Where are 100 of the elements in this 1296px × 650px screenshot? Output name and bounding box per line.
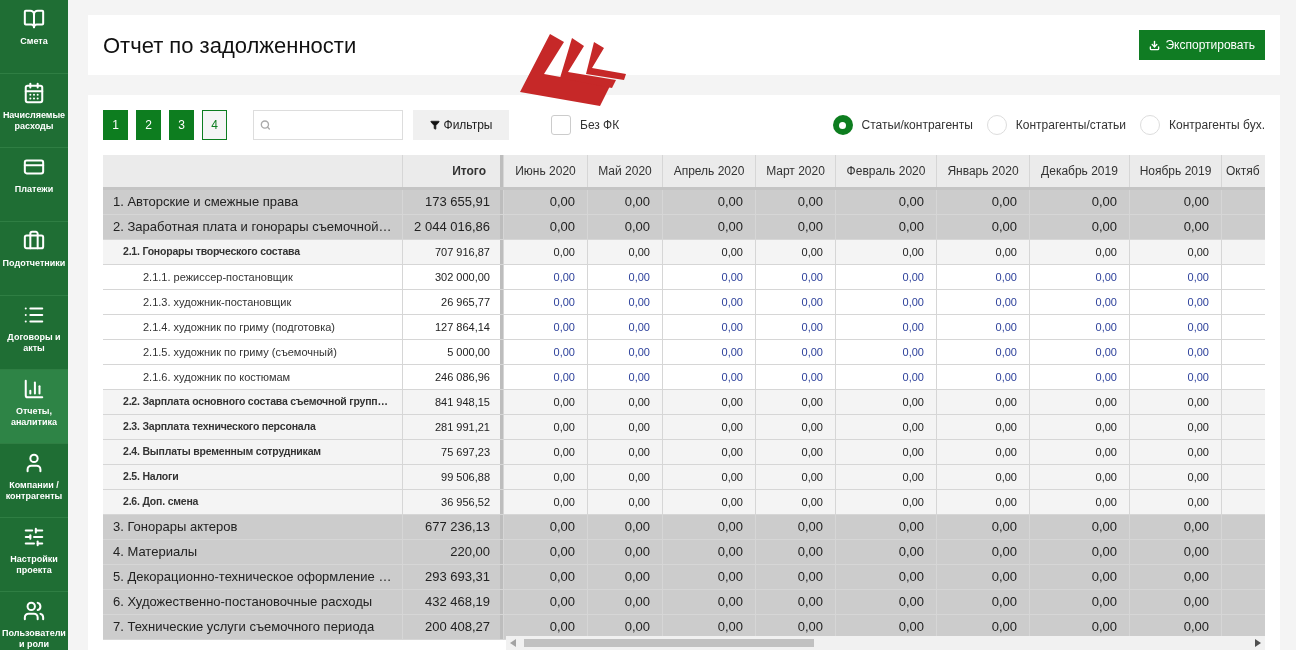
value-cell: 0,00 [835,340,936,364]
value-cell: 0,00 [755,515,835,539]
value-cell: 0,00 [503,190,587,214]
value-cell: 0,00 [587,590,662,614]
value-cell: 0,00 [587,490,662,514]
value-cell: 0,00 [1129,440,1221,464]
total-cell-text: 99 506,88 [440,469,491,485]
value-cell: 0,00 [503,515,587,539]
value-cell: 0,00 [1029,215,1129,239]
value-cell: 0,00 [835,540,936,564]
filters-button[interactable]: Фильтры [413,110,509,140]
value-cell: 0,00 [936,290,1029,314]
bar-chart-icon [23,378,45,400]
value-cell: 0,00 [1129,215,1221,239]
value-cell: 0,00 [835,315,936,339]
row-label-cell: 2.3. Зарплата технического персонала [103,415,403,439]
value-cell: 0,00 [755,340,835,364]
column-header: Март 2020 [755,155,835,187]
search-icon [260,119,271,131]
download-icon [1149,39,1161,51]
row-label-cell: 2.5. Налоги [103,465,403,489]
view-radio[interactable]: Контрагенты бух. [1140,115,1265,135]
value-cell: 0,00 [1029,390,1129,414]
value-cell: 0,00 [936,265,1029,289]
view-radio[interactable]: Статьи/контрагенты [832,115,973,135]
value-cell: 0,00 [503,340,587,364]
value-cell: 0,00 [503,290,587,314]
row-label-cell: 5. Декорационно-техническое оформление … [103,565,403,589]
value-cell: 0,00 [1029,315,1129,339]
scroll-left-icon[interactable] [510,639,516,647]
value-cell: 0,00 [662,290,755,314]
total-cell-text: 281 991,21 [433,419,491,435]
value-cell: 0,00 [1129,190,1221,214]
row-label-cell: 2.1.6. художник по костюмам [103,365,403,389]
value-cell: 0,00 [1129,365,1221,389]
value-cell: 0,00 [936,490,1029,514]
value-cell: 0,00 [587,240,662,264]
export-button[interactable]: Экспортировать [1139,30,1265,60]
sidebar-item[interactable]: Отчеты, аналитика [0,370,68,444]
page-title: Отчет по задолженности [103,31,357,60]
level-button[interactable]: 1 [103,110,128,140]
value-cell: 0,00 [755,390,835,414]
row-label-cell: 1. Авторские и смежные права [103,190,403,214]
value-cell: 0,00 [1029,540,1129,564]
value-cell: 0,00 [835,265,936,289]
value-cell: 0,00 [587,415,662,439]
level-button[interactable]: 3 [169,110,194,140]
value-cell: 0,00 [662,215,755,239]
value-cell: 0,00 [755,590,835,614]
value-cell: 0,00 [755,315,835,339]
checkbox[interactable] [551,115,571,135]
row-label-cell: 7. Технические услуги съемочного периода [103,615,403,639]
value-cell: 0,00 [1029,340,1129,364]
search-field[interactable] [253,110,403,140]
row-label-cell: 4. Материалы [103,540,403,564]
value-cell: 0,00 [1129,290,1221,314]
value-cell: 0,00 [587,265,662,289]
value-cell: 0,00 [662,265,755,289]
value-cell: 0,00 [936,190,1029,214]
value-cell: 0,00 [835,565,936,589]
scroll-right-icon[interactable] [1255,639,1261,647]
value-cell: 0,00 [936,465,1029,489]
value-cell: 0,00 [835,490,936,514]
total-cell-text: 75 697,23 [440,444,491,460]
total-cell-text: 432 468,19 [423,593,491,612]
column-header: Июнь 2020 [503,155,587,187]
value-cell: 0,00 [1129,540,1221,564]
value-cell: 0,00 [1129,415,1221,439]
level-button[interactable]: 4 [202,110,227,140]
value-cell: 0,00 [936,240,1029,264]
value-cell: 0,00 [1129,465,1221,489]
total-cell-text: 246 086,96 [433,369,491,385]
value-cell: 0,00 [662,540,755,564]
value-cell: 0,00 [936,515,1029,539]
value-cell: 0,00 [1029,465,1129,489]
value-cell: 0,00 [662,390,755,414]
horizontal-scrollbar[interactable] [506,636,1265,650]
column-header: Апрель 2020 [662,155,755,187]
value-cell: 0,00 [503,465,587,489]
level-button[interactable]: 2 [136,110,161,140]
value-cell: 0,00 [587,215,662,239]
total-cell-text: 677 236,13 [423,518,491,537]
value-cell: 0,00 [1129,565,1221,589]
value-cell: 0,00 [662,490,755,514]
value-cell: 0,00 [835,365,936,389]
value-cell: 0,00 [503,565,587,589]
column-header: Октяб [1221,155,1265,187]
value-cell: 0,00 [755,240,835,264]
value-cell: 0,00 [835,290,936,314]
scrollbar-thumb[interactable] [524,639,814,647]
total-cell-text: 36 956,52 [440,494,491,510]
value-cell: 0,00 [1029,415,1129,439]
total-cell-text: 841 948,15 [433,394,491,410]
view-radio[interactable]: Контрагенты/статьи [986,115,1127,135]
value-cell: 0,00 [587,465,662,489]
value-cell: 0,00 [1129,315,1221,339]
value-cell: 0,00 [755,540,835,564]
value-cell: 0,00 [503,440,587,464]
value-cell: 0,00 [755,565,835,589]
value-cell: 0,00 [662,315,755,339]
